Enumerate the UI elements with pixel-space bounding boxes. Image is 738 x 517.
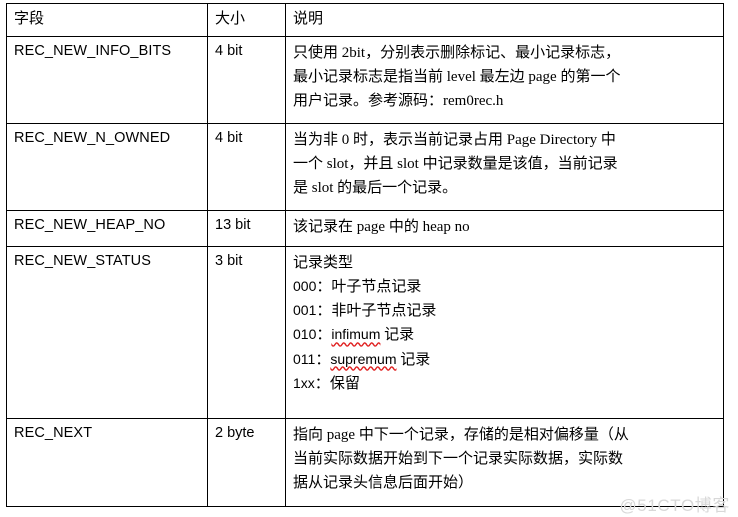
cell-field-size: 2 byte: [207, 417, 286, 507]
status-code-value: 011: [293, 350, 316, 367]
status-code-label: 保留: [329, 375, 360, 392]
misspelled-term: infimum: [331, 326, 381, 343]
table-row: REC_NEW_INFO_BITS 4 bit 只使用 2bit，分别表示删除标…: [6, 35, 724, 124]
table-row: REC_NEW_N_OWNED 4 bit 当为非 0 时，表示当前记录占用 P…: [6, 122, 724, 211]
table-row: REC_NEW_HEAP_NO 13 bit 该记录在 page 中的 heap…: [6, 209, 724, 247]
cell-field-name: REC_NEW_STATUS: [6, 245, 208, 419]
status-code-label: 非叶子节点记录: [331, 303, 437, 320]
description-line: 当为非 0 时，表示当前记录占用 Page Directory 中: [293, 131, 616, 148]
cell-field-description: 记录类型 000：叶子节点记录 001：非叶子节点记录 010：infimum 记录…: [285, 245, 724, 419]
status-code-value: 000: [293, 277, 317, 294]
cell-field-name: REC_NEXT: [6, 417, 208, 507]
status-code-separator: ：: [315, 351, 331, 368]
status-code-value: 010: [293, 326, 317, 343]
cell-field-description: 指向 page 中下一个记录，存储的是相对偏移量（从 当前实际数据开始到下一个记…: [285, 417, 724, 507]
status-code-item: 010：infimum 记录: [293, 323, 716, 347]
status-code-label: 叶子节点记录: [331, 278, 422, 295]
status-code-item: 011：supremum 记录: [293, 348, 716, 372]
table-header-row: 字段 大小 说明: [6, 3, 724, 37]
description-line: 一个 slot，并且 slot 中记录数量是该值，当前记录: [293, 155, 618, 172]
status-code-separator: ：: [314, 375, 330, 392]
misspelled-term: supremum: [330, 350, 397, 367]
status-code-label: 记录: [380, 327, 415, 344]
cell-field-description: 当为非 0 时，表示当前记录占用 Page Directory 中 一个 slo…: [285, 122, 724, 211]
status-code-list: 000：叶子节点记录 001：非叶子节点记录 010：infimum 记录 011：s…: [293, 275, 716, 396]
document-canvas: 字段 大小 说明 REC_NEW_INFO_BITS 4 bit 只使用 2bi…: [0, 0, 738, 517]
cell-field-size: 13 bit: [207, 209, 286, 247]
status-code-value: 001: [293, 302, 317, 319]
cell-field-size: 3 bit: [207, 245, 286, 419]
column-header-size: 大小: [207, 3, 286, 37]
column-header-field: 字段: [6, 3, 208, 37]
status-code-separator: ：: [316, 303, 332, 320]
description-line: 指向 page 中下一个记录，存储的是相对偏移量（从: [293, 426, 629, 443]
description-line: 只使用 2bit，分别表示删除标记、最小记录标志，: [293, 44, 621, 61]
description-line: 据从记录头信息后面开始）: [293, 475, 474, 492]
status-code-separator: ：: [316, 278, 332, 295]
cell-field-name: REC_NEW_N_OWNED: [6, 122, 208, 211]
status-code-label: 记录: [396, 351, 431, 368]
status-code-value: 1xx: [293, 374, 315, 391]
column-header-description: 说明: [285, 3, 724, 37]
cell-field-size: 4 bit: [207, 122, 286, 211]
table-row: REC_NEXT 2 byte 指向 page 中下一个记录，存储的是相对偏移量…: [6, 417, 724, 507]
status-code-item: 1xx：保留: [293, 372, 716, 396]
status-code-item: 000：叶子节点记录: [293, 275, 716, 299]
description-line: 是 slot 的最后一个记录。: [293, 180, 458, 197]
cell-field-size: 4 bit: [207, 35, 286, 124]
cell-field-description: 该记录在 page 中的 heap no: [285, 209, 724, 247]
description-title: 记录类型: [293, 254, 354, 271]
table-row: REC_NEW_STATUS 3 bit 记录类型 000：叶子节点记录 001：…: [6, 245, 724, 419]
record-header-spec-table: 字段 大小 说明 REC_NEW_INFO_BITS 4 bit 只使用 2bi…: [6, 3, 724, 507]
status-code-item: 001：非叶子节点记录: [293, 299, 716, 323]
description-line: 当前实际数据开始到下一个记录实际数据，实际数: [293, 450, 624, 467]
description-line: 该记录在 page 中的 heap no: [293, 218, 470, 235]
status-code-separator: ：: [316, 327, 332, 344]
description-line: 用户记录。参考源码：rem0rec.h: [293, 93, 504, 110]
description-line: 最小记录标志是指当前 level 最左边 page 的第一个: [293, 68, 621, 85]
cell-field-description: 只使用 2bit，分别表示删除标记、最小记录标志， 最小记录标志是指当前 lev…: [285, 35, 724, 124]
cell-field-name: REC_NEW_HEAP_NO: [6, 209, 208, 247]
cell-field-name: REC_NEW_INFO_BITS: [6, 35, 208, 124]
